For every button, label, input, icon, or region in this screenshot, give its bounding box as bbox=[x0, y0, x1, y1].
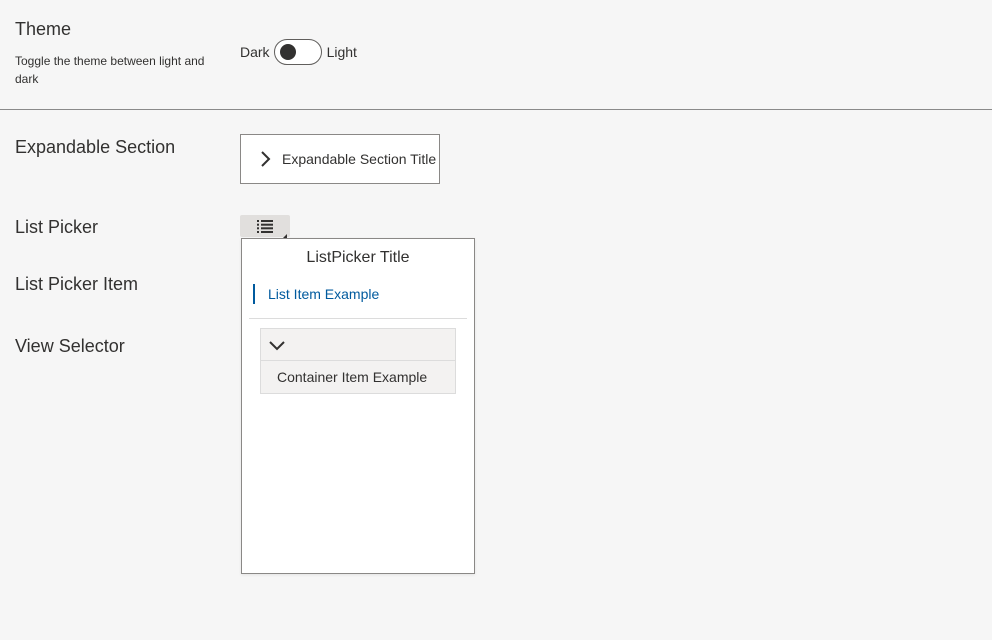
chevron-down-icon bbox=[269, 337, 285, 353]
container-item[interactable]: Container Item Example bbox=[261, 361, 455, 393]
theme-section: Theme Toggle the theme between light and… bbox=[0, 0, 992, 110]
list-picker-item-label: List Picker Item bbox=[15, 274, 139, 294]
list-icon bbox=[257, 219, 273, 233]
list-item[interactable]: List Item Example bbox=[253, 284, 379, 304]
container-header[interactable] bbox=[261, 329, 455, 361]
flyout-title: ListPicker Title bbox=[306, 249, 410, 266]
toggle-dark-label: Dark bbox=[240, 44, 270, 60]
expandable-section-title: Expandable Section Title bbox=[282, 151, 437, 167]
theme-description: Toggle the theme between light and dark bbox=[15, 54, 205, 86]
expandable-section[interactable]: Expandable Section Title bbox=[240, 134, 440, 184]
theme-toggle-switch[interactable] bbox=[273, 39, 322, 65]
view-selector-label: View Selector bbox=[15, 336, 125, 356]
theme-title: Theme bbox=[15, 19, 72, 39]
expandable-section-label: Expandable Section bbox=[15, 137, 176, 157]
container-group: Container Item Example bbox=[260, 328, 456, 394]
page: Theme Toggle the theme between light and… bbox=[0, 0, 992, 640]
flyout-divider bbox=[249, 318, 467, 319]
toggle-knob bbox=[279, 44, 296, 60]
theme-toggle-row: Dark Light bbox=[240, 38, 357, 66]
list-picker-button[interactable] bbox=[240, 215, 290, 240]
list-picker-label: List Picker bbox=[15, 217, 99, 237]
dropdown-corner-icon bbox=[281, 227, 287, 240]
list-picker-flyout: ListPicker Title List Item Example Conta… bbox=[241, 238, 475, 574]
chevron-right-icon bbox=[257, 151, 273, 167]
toggle-light-label: Light bbox=[326, 44, 357, 60]
selection-indicator bbox=[253, 284, 255, 304]
list-item-label: List Item Example bbox=[268, 286, 380, 302]
